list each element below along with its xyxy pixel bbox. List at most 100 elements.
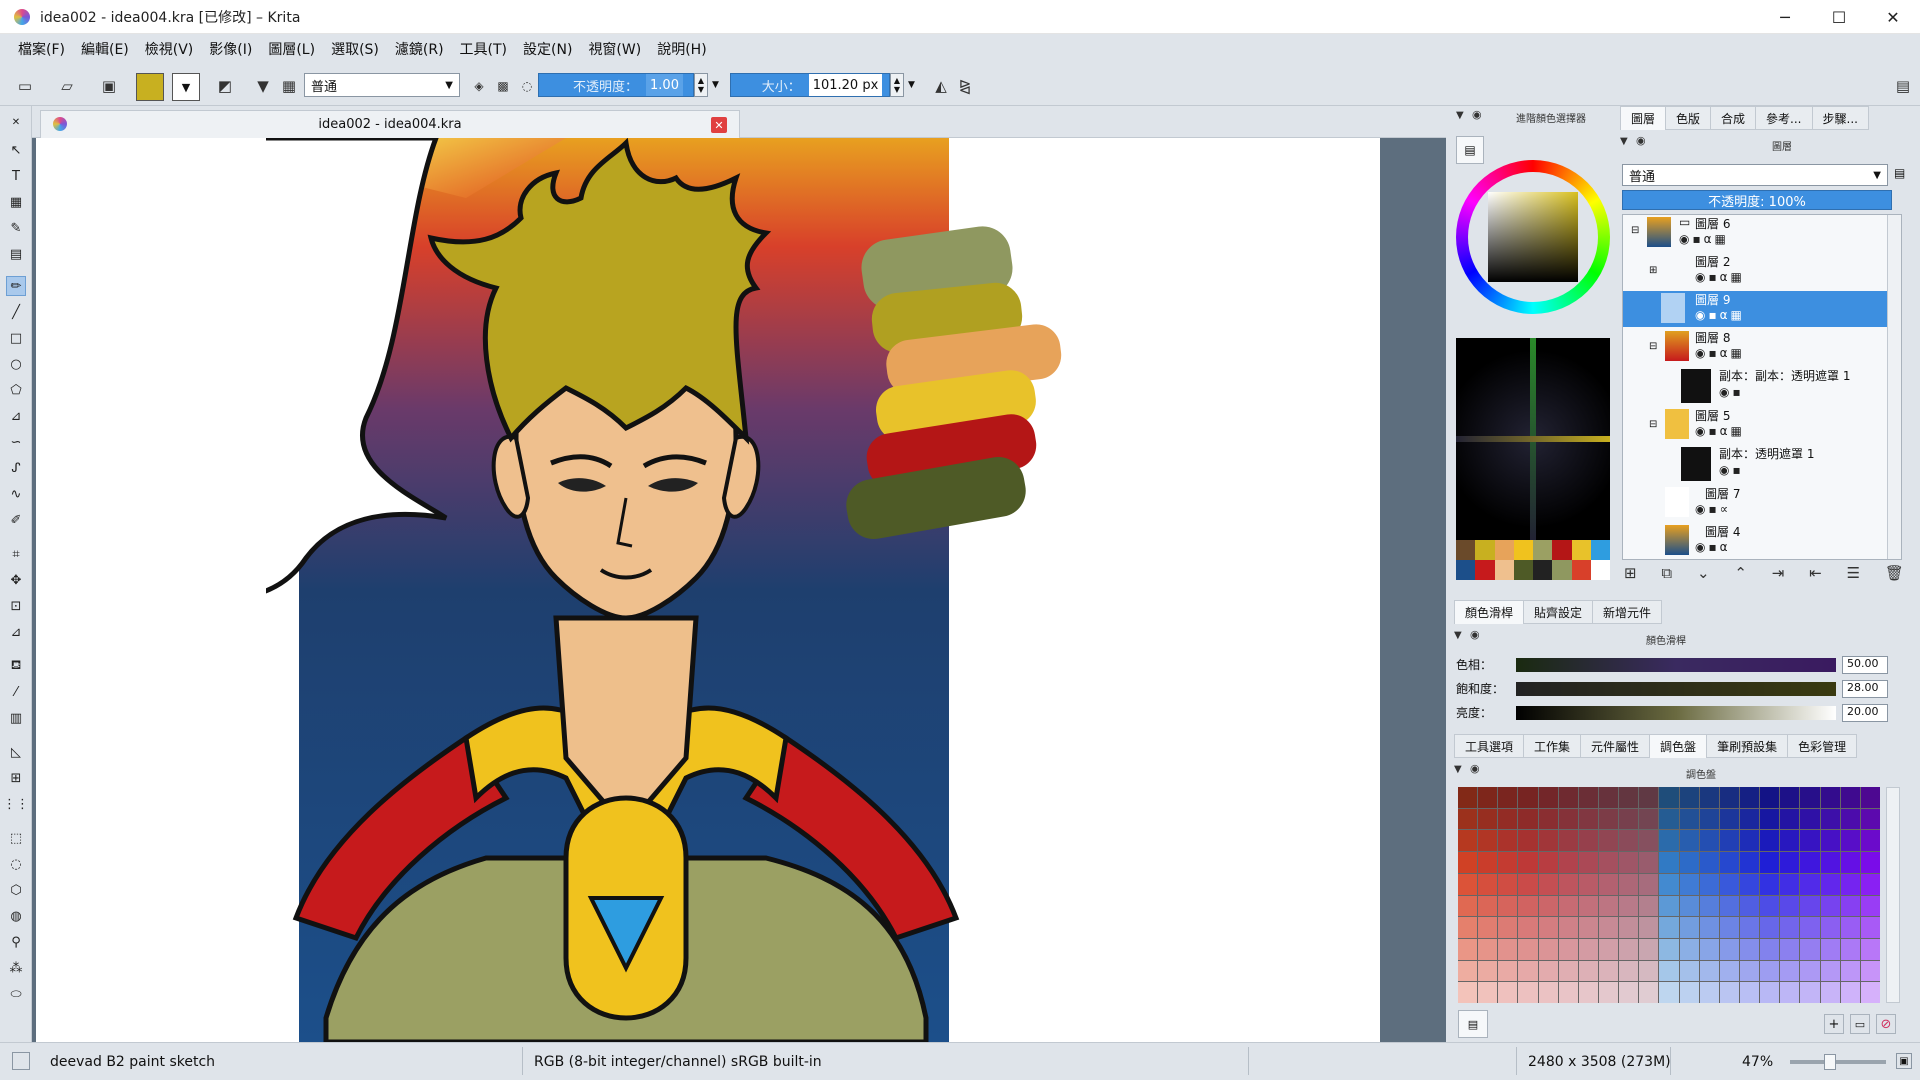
palette-swatch[interactable] (1739, 830, 1760, 852)
palette-swatch[interactable] (1739, 960, 1760, 982)
palette-swatch[interactable] (1820, 938, 1840, 960)
rectangle-tool-icon[interactable]: □ (6, 328, 26, 348)
palette-swatch[interactable] (1458, 808, 1478, 830)
close-document-icon[interactable]: ✕ (711, 117, 727, 133)
menu-help[interactable]: 說明(H) (657, 39, 706, 59)
tab-color-management[interactable]: 色彩管理 (1787, 734, 1858, 758)
layers-collapse-icon[interactable]: ▼ (1620, 136, 1628, 147)
palette-swatch[interactable] (1558, 938, 1578, 960)
gradient-tool-icon[interactable]: ▥ (6, 708, 26, 728)
palette-swatch[interactable] (1558, 917, 1578, 938)
palette-swatch[interactable] (1719, 787, 1739, 808)
palette-swatch[interactable] (1518, 830, 1538, 852)
palette-swatch[interactable] (1820, 830, 1840, 852)
palette-swatch[interactable] (1840, 808, 1860, 830)
palette-swatch[interactable] (1478, 982, 1498, 1003)
mirror-horizontal-icon[interactable]: ◭ (928, 73, 954, 99)
palette-swatch[interactable] (1820, 960, 1840, 982)
crop-tool-icon[interactable]: ⌗ (6, 544, 26, 564)
foreground-color-swatch[interactable] (136, 73, 164, 101)
collapse-icon[interactable]: ⊟ (1649, 419, 1657, 430)
palette-swatch[interactable] (1820, 787, 1840, 808)
palette-swatch[interactable] (1820, 873, 1840, 895)
palette-swatch[interactable] (1760, 895, 1780, 917)
layer-list-scrollbar[interactable] (1887, 215, 1901, 559)
bezier-tool-icon[interactable]: ∽ (6, 432, 26, 452)
palette-swatch[interactable] (1679, 852, 1699, 873)
assistant-ruler-icon[interactable]: ◺ (6, 742, 26, 762)
palette-swatch[interactable] (1679, 982, 1699, 1003)
palette-swatch[interactable] (1478, 917, 1498, 938)
close-window-button[interactable]: ✕ (1866, 0, 1920, 34)
palette-swatch[interactable] (1478, 852, 1498, 873)
palette-swatch[interactable] (1780, 917, 1800, 938)
palette-swatch[interactable] (1578, 830, 1598, 852)
palette-swatch[interactable] (1699, 917, 1719, 938)
palette-swatch[interactable] (1659, 960, 1679, 982)
palette-swatch[interactable] (1578, 982, 1598, 1003)
add-layer-icon[interactable]: ⊞ (1624, 564, 1637, 586)
palette-chooser-icon[interactable]: ▤ (1458, 1010, 1488, 1038)
dock-collapse-icon[interactable]: ▼ (1456, 110, 1464, 121)
opacity-slider[interactable]: 不透明度： 1.00 (538, 73, 694, 97)
palette-swatch[interactable] (1538, 830, 1558, 852)
palette-swatch[interactable] (1458, 852, 1478, 873)
edit-palette-icon[interactable]: ▭ (1850, 1014, 1870, 1034)
palette-swatch[interactable] (1478, 808, 1498, 830)
new-document-icon[interactable]: ▭ (12, 73, 38, 99)
palette-swatch[interactable] (1598, 787, 1619, 808)
palette-swatch[interactable] (1780, 960, 1800, 982)
palette-swatch[interactable] (1860, 895, 1880, 917)
minimize-button[interactable]: ─ (1758, 0, 1812, 34)
opacity-spinner[interactable]: ▲ ▼ (694, 73, 708, 97)
menu-tools[interactable]: 工具(T) (460, 39, 507, 59)
swap-colors-icon[interactable]: ◩ (212, 73, 238, 99)
layer-row[interactable]: ⊟ 圖層 5 ◉▪α▦ (1623, 407, 1901, 439)
palette-swatch[interactable] (1760, 982, 1780, 1003)
palette-swatch[interactable] (1739, 852, 1760, 873)
palette-swatch[interactable] (1558, 787, 1578, 808)
palette-swatch[interactable] (1598, 917, 1619, 938)
palette-swatch[interactable] (1659, 852, 1679, 873)
size-slider[interactable]: 大小： 101.20 px (730, 73, 890, 97)
palette-swatch[interactable] (1739, 808, 1760, 830)
palette-swatch[interactable] (1598, 938, 1619, 960)
palette-swatch[interactable] (1860, 938, 1880, 960)
palette-swatch[interactable] (1840, 830, 1860, 852)
open-document-icon[interactable]: ▱ (54, 73, 80, 99)
menu-filter[interactable]: 濾鏡(R) (395, 39, 444, 59)
dynamic-brush-tool-icon[interactable]: ∿ (6, 484, 26, 504)
perspective-grid-icon[interactable]: ⊞ (6, 768, 26, 788)
palette-swatch[interactable] (1498, 960, 1518, 982)
palette-swatch[interactable] (1719, 917, 1739, 938)
palette-swatch[interactable] (1498, 917, 1518, 938)
layer-row[interactable]: 圖層 7 ◉▪∝ (1623, 485, 1901, 517)
move-tool-icon[interactable]: ✥ (6, 570, 26, 590)
palette-swatch[interactable] (1760, 808, 1780, 830)
palette-swatch[interactable] (1840, 873, 1860, 895)
hue-slider[interactable] (1516, 658, 1836, 672)
palette-swatch[interactable] (1478, 895, 1498, 917)
tab-palette[interactable]: 調色盤 (1649, 734, 1708, 758)
palette-swatch[interactable] (1820, 852, 1840, 873)
palette-swatch[interactable] (1699, 787, 1719, 808)
palette-swatch[interactable] (1478, 938, 1498, 960)
palette-swatch[interactable] (1558, 982, 1578, 1003)
palette-swatch[interactable] (1739, 787, 1760, 808)
layer-row-selected[interactable]: 圖層 9 ◉▪α▦ (1623, 291, 1901, 327)
palette-swatch[interactable] (1498, 982, 1518, 1003)
palette-swatch[interactable] (1619, 895, 1639, 917)
layer-row[interactable]: ⊞ 圖層 2 ◉▪α▦ (1623, 253, 1901, 284)
move-layer-up-icon[interactable]: ⌃ (1734, 564, 1747, 586)
layer-visibility-lock-alpha-icons[interactable]: ◉▪α▦ (1695, 424, 1745, 438)
dock-lock-icon[interactable]: ◉ (1472, 108, 1482, 121)
palette-swatch[interactable] (1719, 960, 1739, 982)
layer-row[interactable]: ⊟ 圖層 8 ◉▪α▦ (1623, 329, 1901, 361)
layer-visibility-lock-alpha-icons[interactable]: ◉▪α▦ (1695, 308, 1745, 322)
calligraphy-tool-icon[interactable]: ✎ (6, 218, 26, 238)
mask-row[interactable]: 副本：副本：透明遮罩 1 ◉▪ (1623, 367, 1901, 405)
toolbar-menu-icon[interactable]: ▤ (1890, 73, 1916, 99)
expand-icon[interactable]: ⊞ (1649, 265, 1657, 276)
palette-swatch[interactable] (1820, 982, 1840, 1003)
palette-swatch[interactable] (1518, 960, 1538, 982)
